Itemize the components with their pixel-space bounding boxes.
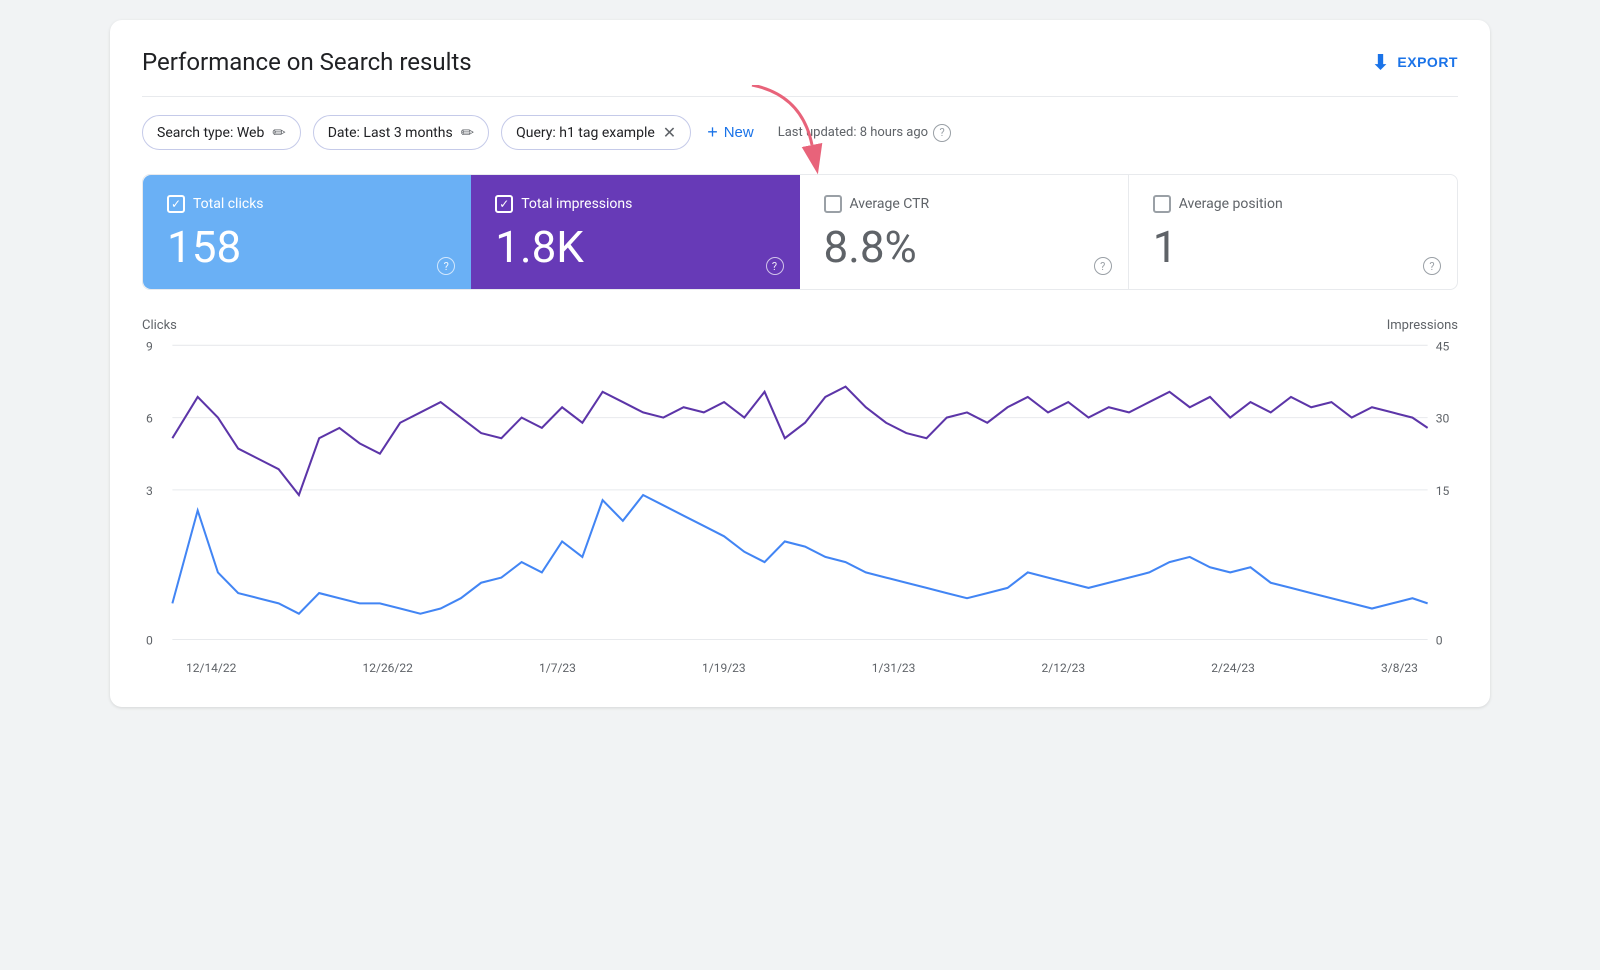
svg-text:6: 6 xyxy=(146,412,153,426)
clicks-checkbox[interactable] xyxy=(167,195,185,213)
date-filter[interactable]: Date: Last 3 months ✏ xyxy=(313,115,489,150)
position-help-icon[interactable]: ? xyxy=(1423,257,1441,275)
avg-position-card[interactable]: Average position 1 ? xyxy=(1129,175,1457,289)
impressions-help-icon[interactable]: ? xyxy=(766,257,784,275)
edit-icon[interactable]: ✏ xyxy=(461,123,474,142)
avg-ctr-value: 8.8% xyxy=(824,223,1104,271)
total-clicks-label: Total clicks xyxy=(193,196,264,212)
position-checkbox[interactable] xyxy=(1153,195,1171,213)
x-label-1: 12/26/22 xyxy=(363,661,413,675)
x-label-4: 1/31/23 xyxy=(872,661,916,675)
total-clicks-value: 158 xyxy=(167,223,447,271)
x-label-7: 3/8/23 xyxy=(1381,661,1418,675)
chart-container: Clicks Impressions 9 6 3 0 45 30 15 0 xyxy=(142,318,1458,675)
x-label-2: 1/7/23 xyxy=(539,661,576,675)
new-filter-button[interactable]: + New xyxy=(703,122,758,143)
x-label-0: 12/14/22 xyxy=(186,661,236,675)
svg-text:0: 0 xyxy=(1436,634,1443,648)
svg-text:3: 3 xyxy=(146,484,153,498)
x-label-6: 2/24/23 xyxy=(1211,661,1255,675)
header-divider xyxy=(142,96,1458,97)
impressions-checkbox[interactable] xyxy=(495,195,513,213)
chart-svg: 9 6 3 0 45 30 15 0 xyxy=(142,335,1458,655)
avg-ctr-card[interactable]: Average CTR 8.8% ? xyxy=(800,175,1129,289)
svg-text:0: 0 xyxy=(146,634,153,648)
total-impressions-value: 1.8K xyxy=(495,223,775,271)
chart-left-axis-title: Clicks xyxy=(142,318,177,333)
page-title: Performance on Search results xyxy=(142,48,472,76)
x-label-5: 2/12/23 xyxy=(1042,661,1086,675)
chart-area: 9 6 3 0 45 30 15 0 xyxy=(142,335,1458,655)
x-axis-labels: 12/14/22 12/26/22 1/7/23 1/19/23 1/31/23… xyxy=(142,661,1458,675)
query-label: Query: h1 tag example xyxy=(516,125,655,141)
clicks-help-icon[interactable]: ? xyxy=(437,257,455,275)
plus-icon: + xyxy=(707,122,718,143)
svg-text:30: 30 xyxy=(1436,412,1450,426)
download-icon: ⬇ xyxy=(1372,50,1389,75)
ctr-checkbox[interactable] xyxy=(824,195,842,213)
help-icon[interactable]: ? xyxy=(933,124,951,142)
close-icon[interactable]: ✕ xyxy=(663,123,676,142)
svg-text:9: 9 xyxy=(146,340,153,354)
export-button[interactable]: ⬇ EXPORT xyxy=(1372,50,1458,75)
total-impressions-label: Total impressions xyxy=(521,196,632,212)
svg-text:45: 45 xyxy=(1436,340,1450,354)
avg-position-value: 1 xyxy=(1153,223,1433,271)
date-label: Date: Last 3 months xyxy=(328,125,453,141)
svg-text:15: 15 xyxy=(1436,484,1450,498)
last-updated: Last updated: 8 hours ago ? xyxy=(778,124,951,142)
metrics-row: Total clicks 158 ? Total impressions 1.8… xyxy=(142,174,1458,290)
filters-row: Search type: Web ✏ Date: Last 3 months ✏… xyxy=(142,115,1458,150)
ctr-help-icon[interactable]: ? xyxy=(1094,257,1112,275)
query-filter[interactable]: Query: h1 tag example ✕ xyxy=(501,115,691,150)
search-type-filter[interactable]: Search type: Web ✏ xyxy=(142,115,301,150)
total-clicks-card[interactable]: Total clicks 158 ? xyxy=(143,175,471,289)
total-impressions-card[interactable]: Total impressions 1.8K ? xyxy=(471,175,799,289)
x-label-3: 1/19/23 xyxy=(702,661,746,675)
chart-right-axis-title: Impressions xyxy=(1387,318,1458,333)
avg-position-label: Average position xyxy=(1179,196,1283,212)
search-type-label: Search type: Web xyxy=(157,125,264,141)
avg-ctr-label: Average CTR xyxy=(850,196,930,212)
edit-icon[interactable]: ✏ xyxy=(272,123,285,142)
